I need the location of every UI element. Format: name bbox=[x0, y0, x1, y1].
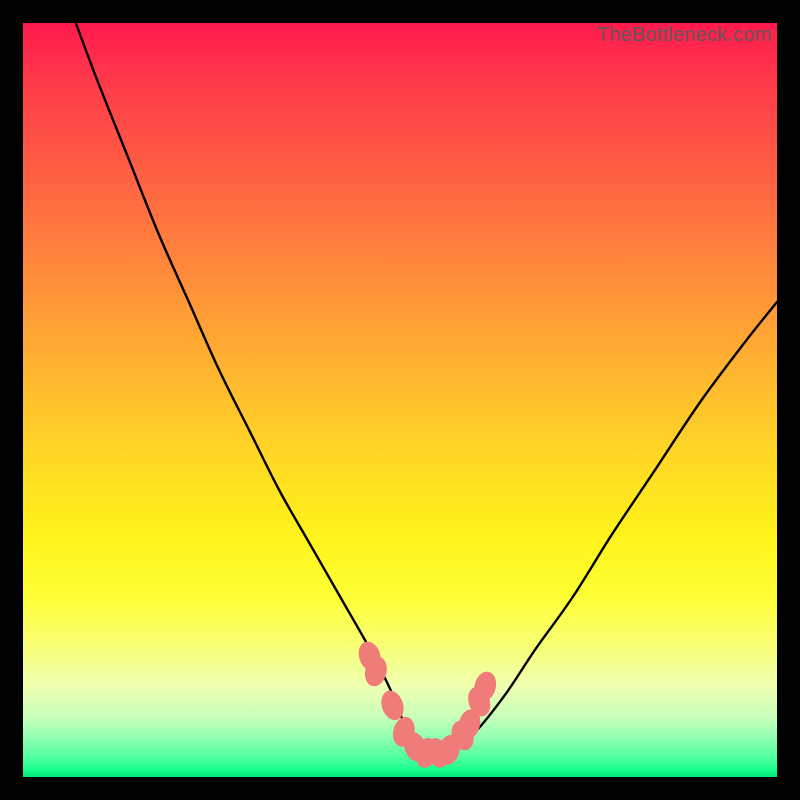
chart-plot-area bbox=[23, 23, 777, 777]
highlight-markers bbox=[355, 639, 499, 771]
chart-svg bbox=[23, 23, 777, 777]
bottleneck-curve bbox=[76, 23, 777, 756]
chart-frame: TheBottleneck.com bbox=[0, 0, 800, 800]
watermark-text: TheBottleneck.com bbox=[597, 24, 772, 47]
